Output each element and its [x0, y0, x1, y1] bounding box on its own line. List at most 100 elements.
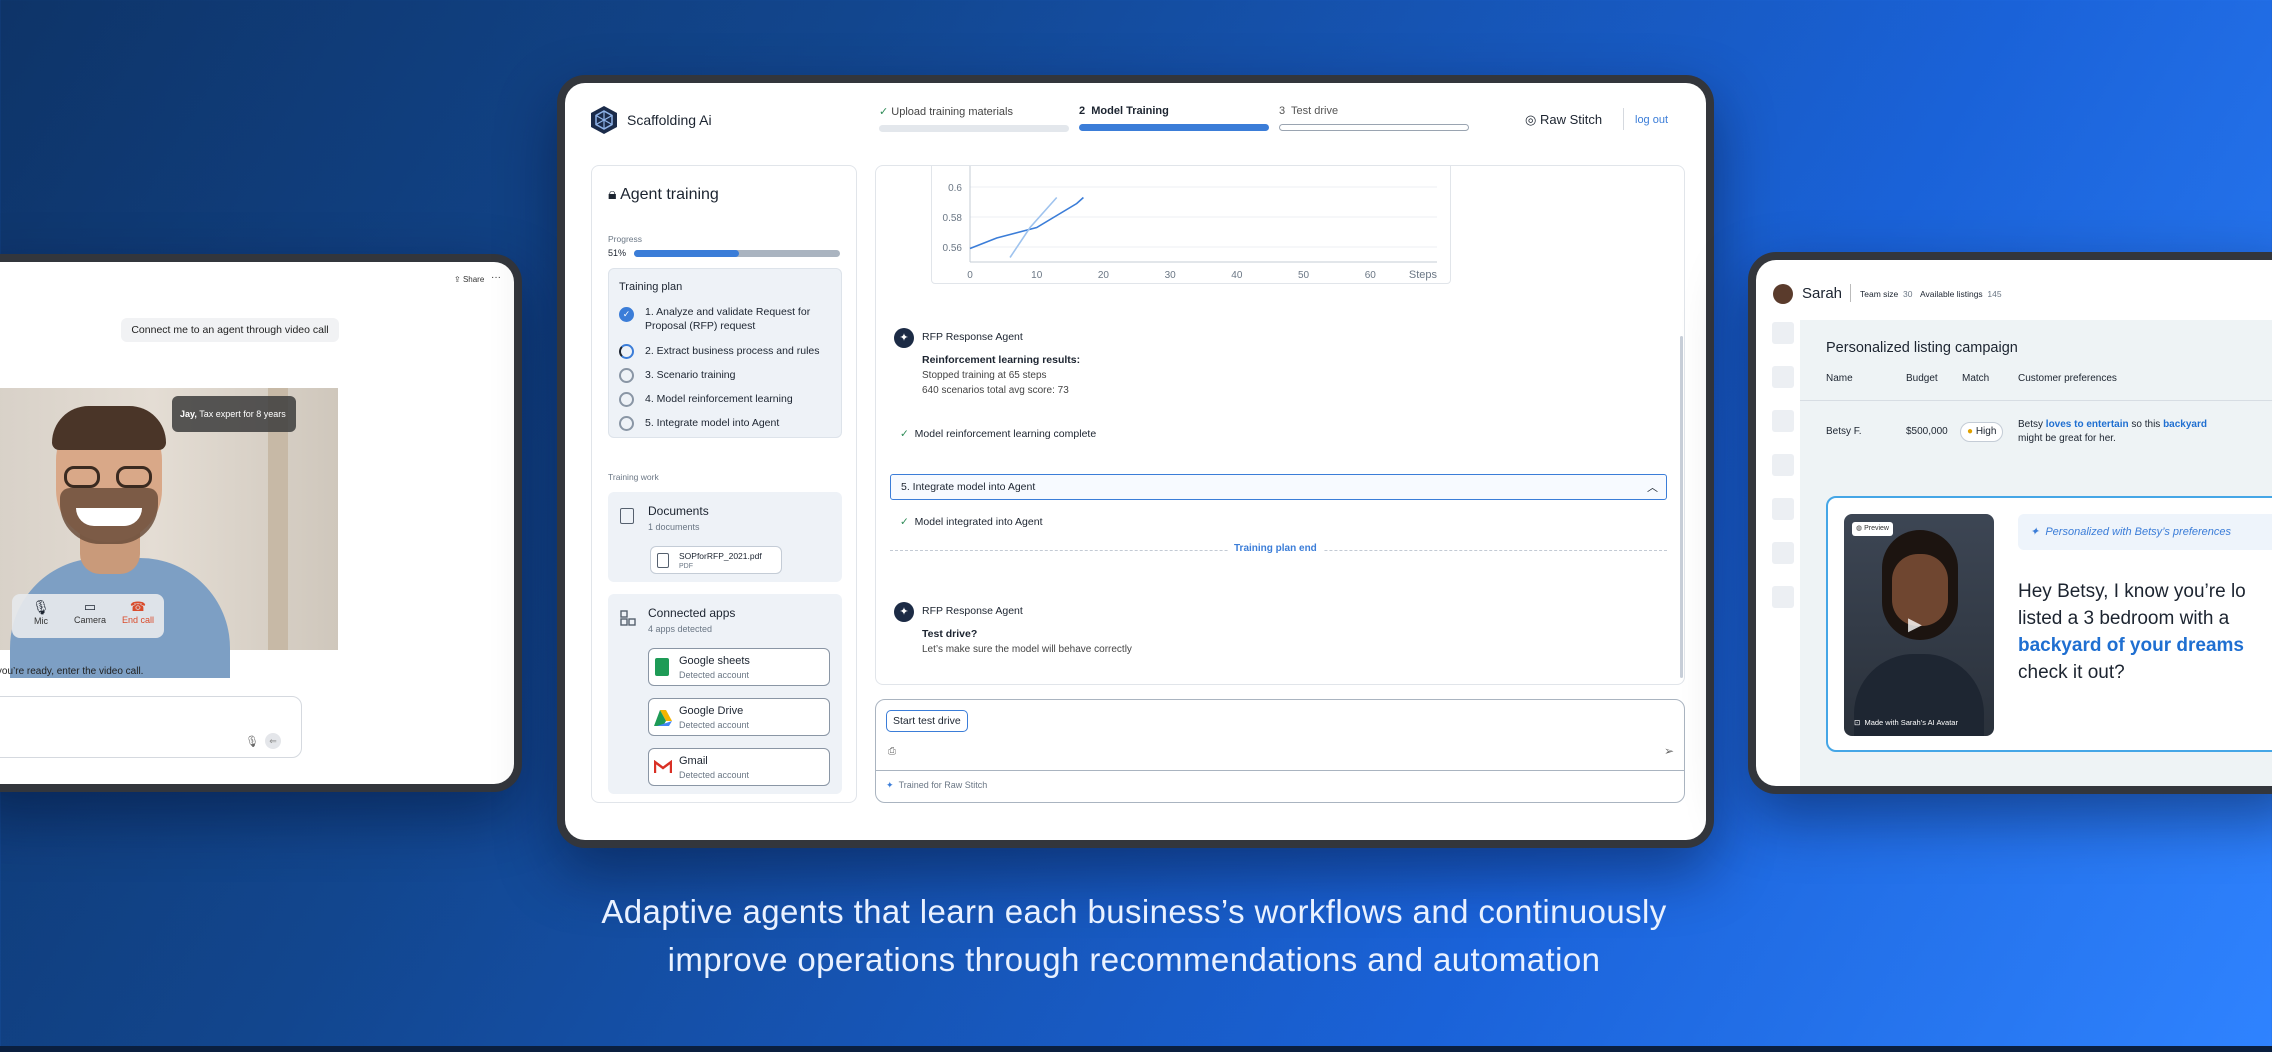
play-icon[interactable]: ▶ [1908, 614, 1930, 636]
start-test-drive-button[interactable]: Start test drive [886, 710, 968, 732]
step-training-bar [1079, 124, 1269, 131]
message-composer[interactable]: Start test drive ⎙ ➢ ✦ Trained for Raw S… [875, 699, 1685, 803]
app-google-sheets[interactable]: Google sheets Detected account [648, 648, 830, 686]
training-chart: 0.6 0.58 0.56 0 10 20 30 40 50 60 Steps [931, 166, 1451, 284]
scrollbar[interactable] [1680, 336, 1683, 678]
rail-item[interactable] [1772, 322, 1794, 344]
campaign-title: Personalized listing campaign [1826, 340, 2018, 356]
share-button[interactable]: ⇪ Share [454, 275, 484, 284]
step5-accordion[interactable]: 5. Integrate model into Agent ︿ [890, 474, 1667, 500]
rail-item[interactable] [1772, 366, 1794, 388]
personal-message: Hey Betsy, I know you’re lo listed a 3 b… [2018, 578, 2272, 686]
bottom-strip [0, 1046, 2272, 1052]
message-preview-card: ▶ ◍ Preview ⊡ Made with Sarah’s AI Avata… [1826, 496, 2272, 752]
call-controls: 🎙 Mic ▭ Camera ☎ End call [12, 594, 164, 638]
progress-label: Progress [608, 234, 643, 244]
app-name: Google Drive [679, 705, 744, 717]
pref-text: so this [2128, 419, 2164, 430]
end-call-button[interactable]: ☎ End call [116, 599, 160, 625]
step-upload-bar [879, 125, 1069, 132]
plan-item-2[interactable]: 2. Extract business process and rules [619, 343, 841, 361]
app-gmail[interactable]: Gmail Detected account [648, 748, 830, 786]
attach-icon[interactable]: ⎙ [888, 746, 896, 757]
chevron-up-icon[interactable]: ︿ [1647, 479, 1658, 495]
logout-link[interactable]: log out [1635, 114, 1668, 126]
glasses-left [64, 466, 100, 488]
column-budget: Budget [1906, 373, 1938, 384]
pref-highlight: backyard [2163, 419, 2207, 430]
send-icon[interactable]: ➢ [1664, 744, 1674, 758]
user-menu[interactable]: ◎ Raw Stitch [1525, 112, 1602, 128]
step-training[interactable]: 2 Model Training [1079, 105, 1269, 131]
campaign-panel: Personalized listing campaign Name Budge… [1800, 320, 2272, 786]
training-device: Scaffolding Ai ✓ Upload training materia… [557, 75, 1714, 848]
rail-item[interactable] [1772, 454, 1794, 476]
rl-complete-status: ✓ Model reinforcement learning complete [900, 428, 1096, 440]
sidebar-title: 🔒︎ Agent training [608, 186, 719, 203]
user-name: Raw Stitch [1539, 112, 1603, 127]
step5-label: 5. Integrate model into Agent [901, 481, 1036, 493]
file-type: PDF [679, 563, 693, 570]
composer-divider [876, 770, 1684, 771]
preview-badge: ◍ Preview [1852, 522, 1893, 536]
test-drive-heading: Test drive? [922, 628, 978, 640]
file-chip[interactable]: SOPforRFP_2021.pdf PDF [650, 546, 782, 574]
video-feed: Jay, Tax expert for 8 years 🎙 Mic ▭ Camera… [0, 388, 338, 678]
training-plan: Training plan ✓ 1. Analyze and validate … [608, 268, 842, 438]
app-name: Google sheets [679, 655, 750, 667]
sparkle-icon: ✦ [886, 780, 894, 790]
table-row[interactable]: Betsy F. $500,000 ● High Betsy loves to … [1800, 416, 2272, 456]
header-divider [1623, 108, 1624, 130]
more-icon[interactable]: ··· [491, 272, 501, 283]
step-upload[interactable]: ✓ Upload training materials [879, 105, 1069, 132]
preview-label: Preview [1864, 525, 1889, 532]
step-number: 3 [1279, 105, 1286, 117]
camera-label: Camera [73, 615, 106, 625]
person-hair [52, 406, 166, 450]
training-work-label: Training work [608, 472, 659, 482]
x-tick-label: 30 [1165, 270, 1177, 281]
mic-button[interactable]: 🎙 Mic [26, 599, 56, 626]
rl-complete-text: Model reinforcement learning complete [914, 428, 1097, 440]
trained-for-text: Trained for Raw Stitch [898, 780, 988, 790]
plan-item-3[interactable]: 3. Scenario training [619, 367, 841, 385]
made-with-text: Made with Sarah’s AI Avatar [1864, 718, 1958, 727]
video-call-device: ⇪ Share ··· Connect me to an agent throu… [0, 254, 522, 792]
results-line1: Stopped training at 65 steps [922, 370, 1047, 381]
plan-item-label: 5. Integrate model into Agent [645, 417, 780, 429]
avatar-video[interactable]: ▶ ◍ Preview ⊡ Made with Sarah’s AI Avata… [1844, 514, 1994, 736]
plan-item-5[interactable]: 5. Integrate model into Agent [619, 415, 841, 433]
progress-value: 51% [608, 248, 627, 258]
rail-item[interactable] [1772, 410, 1794, 432]
check-icon: ✓ [900, 516, 909, 528]
avatar [1773, 284, 1793, 304]
column-preferences: Customer preferences [2018, 373, 2117, 384]
agent-name: Jay, [180, 409, 197, 419]
listing-device: Sarah Team size 30 Available listings 14… [1748, 252, 2272, 794]
app-google-drive[interactable]: Google Drive Detected account [648, 698, 830, 736]
x-tick-label: 60 [1365, 270, 1377, 281]
plan-item-4[interactable]: 4. Model reinforcement learning [619, 391, 841, 409]
match-badge: ● High [1960, 422, 2004, 442]
listing-screen: Sarah Team size 30 Available listings 14… [1756, 260, 2272, 786]
agent-training-sidebar: 🔒︎ Agent training Progress 51% Training … [591, 165, 857, 803]
mic-label: Mic [34, 616, 48, 626]
rail-item[interactable] [1772, 498, 1794, 520]
camera-button[interactable]: ▭ Camera [70, 599, 110, 625]
pdf-file-icon [657, 553, 669, 568]
training-screen: Scaffolding Ai ✓ Upload training materia… [565, 83, 1706, 840]
integrated-text: Model integrated into Agent [914, 516, 1043, 528]
rail-item[interactable] [1772, 586, 1794, 608]
send-icon[interactable]: ⇐ [265, 733, 281, 749]
step-test-drive[interactable]: 3 Test drive [1279, 105, 1469, 131]
plan-item-label: 3. Scenario training [645, 369, 736, 381]
tagline-line1: Adaptive agents that learn each business… [601, 893, 1667, 930]
microphone-icon[interactable]: 🎙 [245, 735, 259, 748]
integrated-status: ✓ Model integrated into Agent [900, 516, 1043, 528]
row-budget: $500,000 [1906, 426, 1948, 437]
made-with-label: ⊡ Made with Sarah’s AI Avatar [1854, 718, 1958, 727]
results-heading: Reinforcement learning results: [922, 354, 1081, 366]
agent-name: RFP Response Agent [922, 605, 1023, 617]
rail-item[interactable] [1772, 542, 1794, 564]
chat-input[interactable]: 🎙 ⇐ [0, 696, 302, 758]
